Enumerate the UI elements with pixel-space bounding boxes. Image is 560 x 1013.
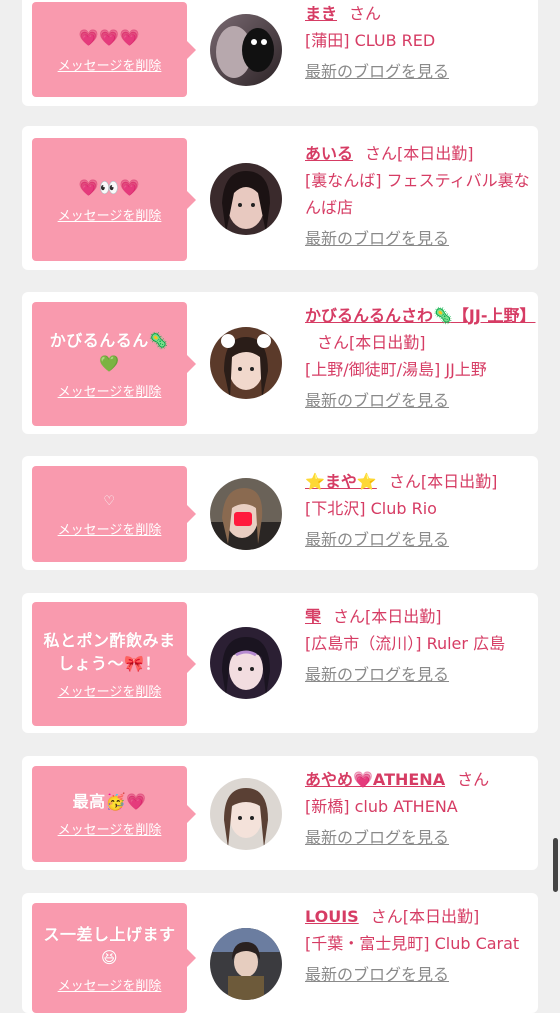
- status-badge: [本日出勤]: [349, 333, 426, 352]
- delete-message-link[interactable]: メッセージを削除: [58, 205, 162, 224]
- avatar[interactable]: [210, 14, 282, 86]
- shop-text: [上野/御徒町/湯島] JJ上野: [305, 360, 487, 379]
- shop-text: [下北沢] Club Rio: [305, 499, 437, 518]
- avatar[interactable]: [210, 928, 282, 1000]
- message-bubble: ス一差し上げます😆 メッセージを削除: [32, 903, 196, 1013]
- message-bubble: かびるんるん🦠💚 メッセージを削除: [32, 302, 196, 426]
- honorific: さん: [365, 144, 398, 163]
- status-badge: [本日出勤]: [402, 907, 480, 926]
- honorific: さん: [388, 472, 421, 491]
- message-bubble: ♡ メッセージを削除: [32, 466, 196, 562]
- profile-name-link[interactable]: まき: [305, 4, 337, 23]
- message-card: かびるんるん🦠💚 メッセージを削除 かびるんるんさわ🦠【JJ-上野】さん[本日出…: [22, 292, 538, 434]
- profile-name-link[interactable]: あいる: [305, 144, 353, 163]
- message-card: 私とポン酢飲みましょう〜🎀！ メッセージを削除 雫さん[本日出勤] [広島市（流…: [22, 593, 538, 733]
- shop-text: [裏なんば] フェスティバル裏なんば店: [305, 171, 530, 217]
- message-card: ♡ メッセージを削除 ⭐まや⭐ さん[本日出勤] [下北沢] Club Rio 最…: [22, 456, 538, 570]
- message-bubble: 私とポン酢飲みましょう〜🎀！ メッセージを削除: [32, 602, 196, 726]
- message-card: 💗👀💗 メッセージを削除 あいる さん[本日出勤] [裏なんば] フェスティバル裏…: [22, 126, 538, 270]
- status-badge: [本日出勤]: [420, 472, 498, 491]
- message-text: ♡: [103, 494, 116, 509]
- delete-message-link[interactable]: メッセージを削除: [58, 681, 162, 700]
- latest-blog-link[interactable]: 最新のブログを見る: [305, 961, 533, 988]
- shop-text: [新橋] club ATHENA: [305, 797, 458, 816]
- shop-text: [千葉・富士見町] Club Carat: [305, 934, 520, 953]
- latest-blog-link[interactable]: 最新のブログを見る: [305, 661, 533, 688]
- profile-name-link[interactable]: LOUIS: [305, 907, 359, 926]
- avatar[interactable]: [210, 627, 282, 699]
- honorific: さん: [317, 333, 350, 352]
- profile-info: まき さん [蒲田] CLUB RED 最新のブログを見る: [305, 0, 533, 85]
- delete-message-link[interactable]: メッセージを削除: [58, 975, 162, 994]
- message-bubble: 最高🥳💗 メッセージを削除: [32, 766, 196, 862]
- avatar[interactable]: [210, 778, 282, 850]
- profile-info: ⭐まや⭐ さん[本日出勤] [下北沢] Club Rio 最新のブログを見る: [305, 468, 533, 553]
- profile-name-link[interactable]: 雫: [305, 607, 321, 626]
- message-card: 最高🥳💗 メッセージを削除 あやめ💗ATHENA さん [新橋] club ATH…: [22, 756, 538, 870]
- avatar[interactable]: [210, 478, 282, 550]
- honorific: さん: [370, 907, 403, 926]
- message-bubble: 💗👀💗 メッセージを削除: [32, 138, 196, 261]
- message-text: かびるんるん🦠💚: [49, 330, 170, 373]
- scrollbar[interactable]: [553, 838, 558, 892]
- message-text: 私とポン酢飲みましょう〜🎀！: [43, 630, 176, 673]
- profile-name-link[interactable]: あやめ💗ATHENA: [305, 770, 445, 789]
- latest-blog-link[interactable]: 最新のブログを見る: [305, 387, 533, 414]
- message-bubble: 💗💗💗 メッセージを削除: [32, 2, 196, 97]
- message-text: ス一差し上げます😆: [43, 924, 176, 967]
- shop-text: [広島市（流川）] Ruler 広島: [305, 634, 506, 653]
- honorific: さん: [333, 607, 366, 626]
- delete-message-link[interactable]: メッセージを削除: [58, 519, 162, 538]
- profile-info: かびるんるんさわ🦠【JJ-上野】さん[本日出勤] [上野/御徒町/湯島] JJ上…: [305, 302, 535, 414]
- message-text: 最高🥳💗: [72, 792, 147, 811]
- avatar[interactable]: [210, 327, 282, 399]
- status-badge: [本日出勤]: [365, 607, 442, 626]
- delete-message-link[interactable]: メッセージを削除: [58, 55, 162, 74]
- delete-message-link[interactable]: メッセージを削除: [58, 819, 162, 838]
- profile-name-link[interactable]: かびるんるんさわ🦠【JJ-上野】: [305, 306, 535, 325]
- profile-info: 雫さん[本日出勤] [広島市（流川）] Ruler 広島 最新のブログを見る: [305, 603, 533, 688]
- profile-name-link[interactable]: ⭐まや⭐: [305, 472, 377, 491]
- latest-blog-link[interactable]: 最新のブログを見る: [305, 58, 533, 85]
- profile-info: LOUIS さん[本日出勤] [千葉・富士見町] Club Carat 最新のブロ…: [305, 903, 533, 988]
- latest-blog-link[interactable]: 最新のブログを見る: [305, 526, 533, 553]
- profile-info: あいる さん[本日出勤] [裏なんば] フェスティバル裏なんば店 最新のブログを見…: [305, 140, 533, 252]
- honorific: さん: [457, 770, 490, 789]
- profile-info: あやめ💗ATHENA さん [新橋] club ATHENA 最新のブログを見る: [305, 766, 533, 851]
- message-text: 💗👀💗: [78, 177, 141, 197]
- delete-message-link[interactable]: メッセージを削除: [58, 381, 162, 400]
- latest-blog-link[interactable]: 最新のブログを見る: [305, 225, 533, 252]
- status-badge: [本日出勤]: [397, 144, 474, 163]
- honorific: さん: [349, 4, 382, 23]
- shop-text: [蒲田] CLUB RED: [305, 31, 436, 50]
- message-card: 💗💗💗 メッセージを削除 まき さん [蒲田] CLUB RED 最新のブログを見…: [22, 0, 538, 106]
- message-card: ス一差し上げます😆 メッセージを削除 LOUIS さん[本日出勤] [千葉・富士見…: [22, 893, 538, 1013]
- latest-blog-link[interactable]: 最新のブログを見る: [305, 824, 533, 851]
- avatar[interactable]: [210, 163, 282, 235]
- message-text: 💗💗💗: [78, 27, 141, 47]
